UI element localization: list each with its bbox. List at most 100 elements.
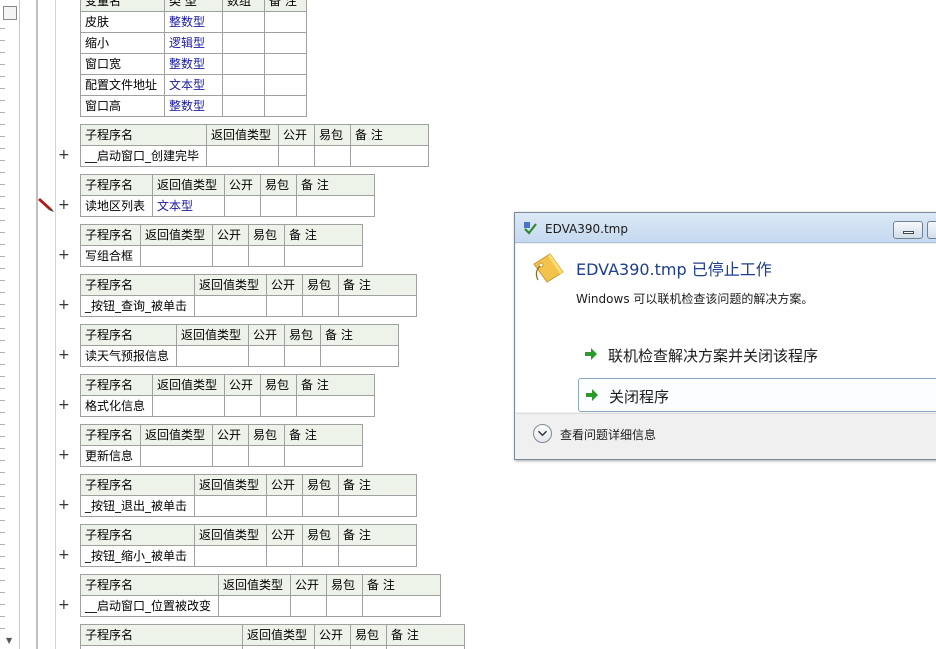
variable-type-cell[interactable]: 整数型 [164,53,223,75]
note-cell[interactable] [284,245,363,267]
column-header[interactable]: 变量名 [80,0,165,12]
return-type-cell[interactable] [194,545,267,567]
column-header[interactable]: 易包 [248,424,285,446]
column-header[interactable]: 返回值类型 [194,474,267,496]
public-cell[interactable] [266,495,303,517]
easy-package-cell[interactable] [350,645,387,649]
column-header[interactable]: 返回值类型 [152,374,225,396]
note-cell[interactable] [296,195,375,217]
variable-type-cell[interactable]: 整数型 [164,11,223,33]
column-header[interactable]: 公开 [224,374,261,396]
variable-name-cell[interactable]: 皮肤 [80,11,165,33]
return-type-cell[interactable] [152,395,225,417]
checkbox-icon[interactable] [3,6,17,20]
public-cell[interactable] [266,545,303,567]
expand-plus-icon[interactable]: + [58,198,70,212]
public-cell[interactable] [212,445,249,467]
subroutine-name-cell[interactable]: 读天气预报信息 [80,345,177,367]
column-header[interactable]: 子程序名 [80,374,153,396]
return-type-cell[interactable] [140,245,213,267]
scroll-down-arrow-icon[interactable]: ▼ [6,636,12,645]
column-header[interactable]: 公开 [266,274,303,296]
note-cell[interactable] [350,145,429,167]
column-header[interactable]: 数组 [222,0,265,12]
close-program-option[interactable]: 关闭程序 [578,378,936,412]
column-header[interactable]: 易包 [260,174,297,196]
easy-package-cell[interactable] [302,495,339,517]
column-header[interactable]: 返回值类型 [176,324,249,346]
easy-package-cell[interactable] [284,345,321,367]
note-cell[interactable] [338,495,417,517]
column-header[interactable]: 子程序名 [80,524,195,546]
variable-name-cell[interactable]: 配置文件地址 [80,74,165,96]
column-header[interactable]: 公开 [248,324,285,346]
variable-type-cell[interactable]: 整数型 [164,95,223,117]
expand-plus-icon[interactable]: + [58,598,70,612]
easy-package-cell[interactable] [248,445,285,467]
note-cell[interactable] [264,32,307,54]
column-header[interactable]: 公开 [212,224,249,246]
column-header[interactable]: 子程序名 [80,324,177,346]
column-header[interactable]: 公开 [266,524,303,546]
column-header[interactable]: 易包 [314,124,351,146]
easy-package-cell[interactable] [302,295,339,317]
column-header[interactable]: 易包 [302,274,339,296]
column-header[interactable]: 易包 [284,324,321,346]
column-header[interactable]: 备 注 [264,0,307,12]
array-cell[interactable] [222,11,265,33]
expand-plus-icon[interactable]: + [58,398,70,412]
note-cell[interactable] [264,11,307,33]
note-cell[interactable] [284,445,363,467]
note-cell[interactable] [264,95,307,117]
code-area[interactable]: 变量名类 型数组备 注皮肤 整数型 缩小 逻辑型 窗口宽 整数型 配置文件地址 文本型 窗口高整… [56,0,516,649]
return-type-cell[interactable] [206,145,279,167]
subroutine-name-cell[interactable]: __启动窗口_位置被改变 [80,595,219,617]
public-cell[interactable] [224,195,261,217]
easy-package-cell[interactable] [248,245,285,267]
array-cell[interactable] [222,32,265,54]
column-header[interactable]: 子程序名 [80,274,195,296]
column-header[interactable]: 备 注 [296,174,375,196]
maximize-button[interactable] [927,221,936,239]
column-header[interactable]: 子程序名 [80,124,207,146]
expand-plus-icon[interactable]: + [58,498,70,512]
column-header[interactable]: 返回值类型 [152,174,225,196]
column-header[interactable]: 备 注 [338,274,417,296]
column-header[interactable]: 备 注 [284,424,363,446]
note-cell[interactable] [338,295,417,317]
column-header[interactable]: 备 注 [284,224,363,246]
return-type-cell[interactable] [194,295,267,317]
column-header[interactable]: 易包 [302,524,339,546]
column-header[interactable]: 易包 [350,624,387,646]
array-cell[interactable] [222,53,265,75]
column-header[interactable]: 子程序名 [80,424,141,446]
column-header[interactable]: 子程序名 [80,574,219,596]
column-header[interactable]: 备 注 [338,524,417,546]
easy-package-cell[interactable] [302,545,339,567]
note-cell[interactable] [320,345,399,367]
note-cell[interactable] [338,545,417,567]
public-cell[interactable] [248,345,285,367]
column-header[interactable]: 公开 [290,574,327,596]
public-cell[interactable] [212,245,249,267]
column-header[interactable]: 备 注 [362,574,441,596]
variable-type-cell[interactable]: 文本型 [164,74,223,96]
expand-plus-icon[interactable]: + [58,248,70,262]
note-cell[interactable] [386,645,465,649]
public-cell[interactable] [224,395,261,417]
expand-plus-icon[interactable]: + [58,298,70,312]
subroutine-name-cell[interactable]: __启动窗口_创建完毕 [80,145,207,167]
array-cell[interactable] [222,74,265,96]
column-header[interactable]: 公开 [266,474,303,496]
variable-name-cell[interactable]: 窗口宽 [80,53,165,75]
easy-package-cell[interactable] [314,145,351,167]
subroutine-name-cell[interactable]: 格式化信息 [80,395,153,417]
column-header[interactable]: 易包 [326,574,363,596]
column-header[interactable]: 易包 [248,224,285,246]
column-header[interactable]: 子程序名 [80,474,195,496]
note-cell[interactable] [264,74,307,96]
column-header[interactable]: 类 型 [164,0,223,12]
view-details-link[interactable]: 查看问题详细信息 [560,426,656,443]
column-header[interactable]: 易包 [302,474,339,496]
check-online-option[interactable]: 联机检查解决方案并关闭该程序 [578,338,936,372]
